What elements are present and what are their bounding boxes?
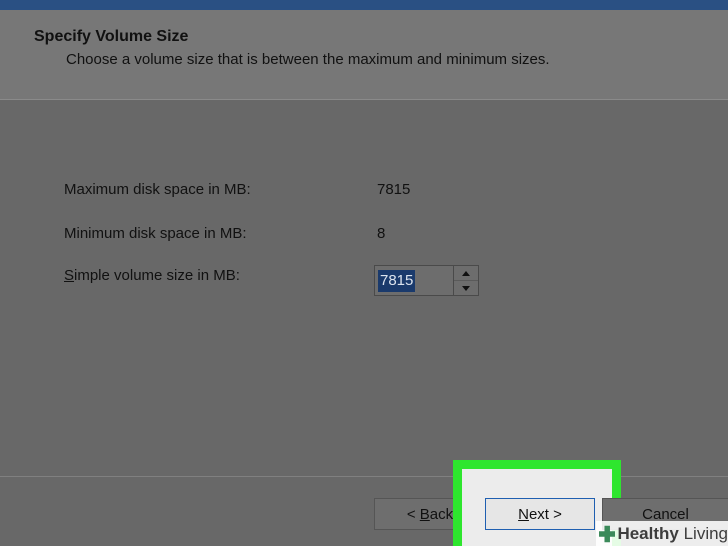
max-disk-space-label: Maximum disk space in MB: <box>64 181 251 198</box>
page-subtitle: Choose a volume size that is between the… <box>66 51 550 68</box>
chevron-down-icon <box>462 285 470 291</box>
max-disk-space-value: 7815 <box>377 181 411 198</box>
watermark-bold-text: Healthy <box>617 523 679 543</box>
volume-size-input[interactable]: 7815 <box>378 270 416 292</box>
plus-logo-icon <box>599 525 616 542</box>
watermark-rest-text: Living <box>678 523 728 543</box>
page-title: Specify Volume Size <box>34 28 189 45</box>
chevron-up-icon <box>462 270 470 276</box>
wizard-header: Specify Volume Size Choose a volume size… <box>0 10 728 100</box>
next-button[interactable]: Next > <box>485 498 595 530</box>
watermark-logo: Healthy Living <box>596 521 728 546</box>
back-button-rest: ack <box>429 505 454 523</box>
decrement-button[interactable] <box>454 280 478 295</box>
increment-button[interactable] <box>454 266 478 280</box>
min-disk-space-label: Minimum disk space in MB: <box>64 225 247 242</box>
volume-size-label: Simple volume size in MB: <box>64 267 240 284</box>
stepper-buttons <box>453 266 478 295</box>
next-button-accel: N <box>518 505 529 523</box>
volume-size-label-accel: S <box>64 267 75 284</box>
min-disk-space-value: 8 <box>377 225 386 242</box>
volume-size-label-rest: imple volume size in MB: <box>74 267 240 284</box>
volume-size-stepper[interactable]: 7815 <box>374 265 479 296</box>
back-button-prefix: < <box>406 505 420 523</box>
back-button-accel: B <box>419 505 430 523</box>
window-titlebar-strip <box>0 0 728 10</box>
next-button-rest: ext > <box>528 505 562 523</box>
